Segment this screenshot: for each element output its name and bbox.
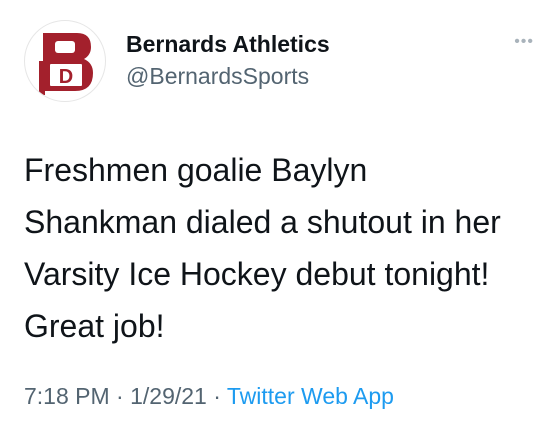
- tweet-date[interactable]: 1/29/21: [130, 383, 207, 409]
- more-horizontal-icon[interactable]: •••: [514, 34, 534, 50]
- account-names: Bernards Athletics @BernardsSports: [126, 30, 330, 90]
- bernards-logo-icon: D: [39, 33, 93, 95]
- meta-separator: ·: [116, 383, 124, 409]
- tweet-source-link[interactable]: Twitter Web App: [227, 383, 394, 409]
- tweet-time[interactable]: 7:18 PM: [24, 383, 110, 409]
- tweet-text: Freshmen goalie Baylyn Shankman dialed a…: [24, 152, 501, 344]
- meta-separator: ·: [213, 383, 221, 409]
- tweet-header: D Bernards Athletics @BernardsSports •••: [24, 20, 534, 102]
- svg-text:D: D: [59, 66, 73, 88]
- user-handle[interactable]: @BernardsSports: [126, 62, 330, 90]
- tweet-meta: 7:18 PM · 1/29/21 · Twitter Web App: [24, 380, 394, 412]
- avatar[interactable]: D: [24, 20, 106, 102]
- display-name[interactable]: Bernards Athletics: [126, 30, 330, 58]
- tweet-card: D Bernards Athletics @BernardsSports •••…: [0, 0, 550, 432]
